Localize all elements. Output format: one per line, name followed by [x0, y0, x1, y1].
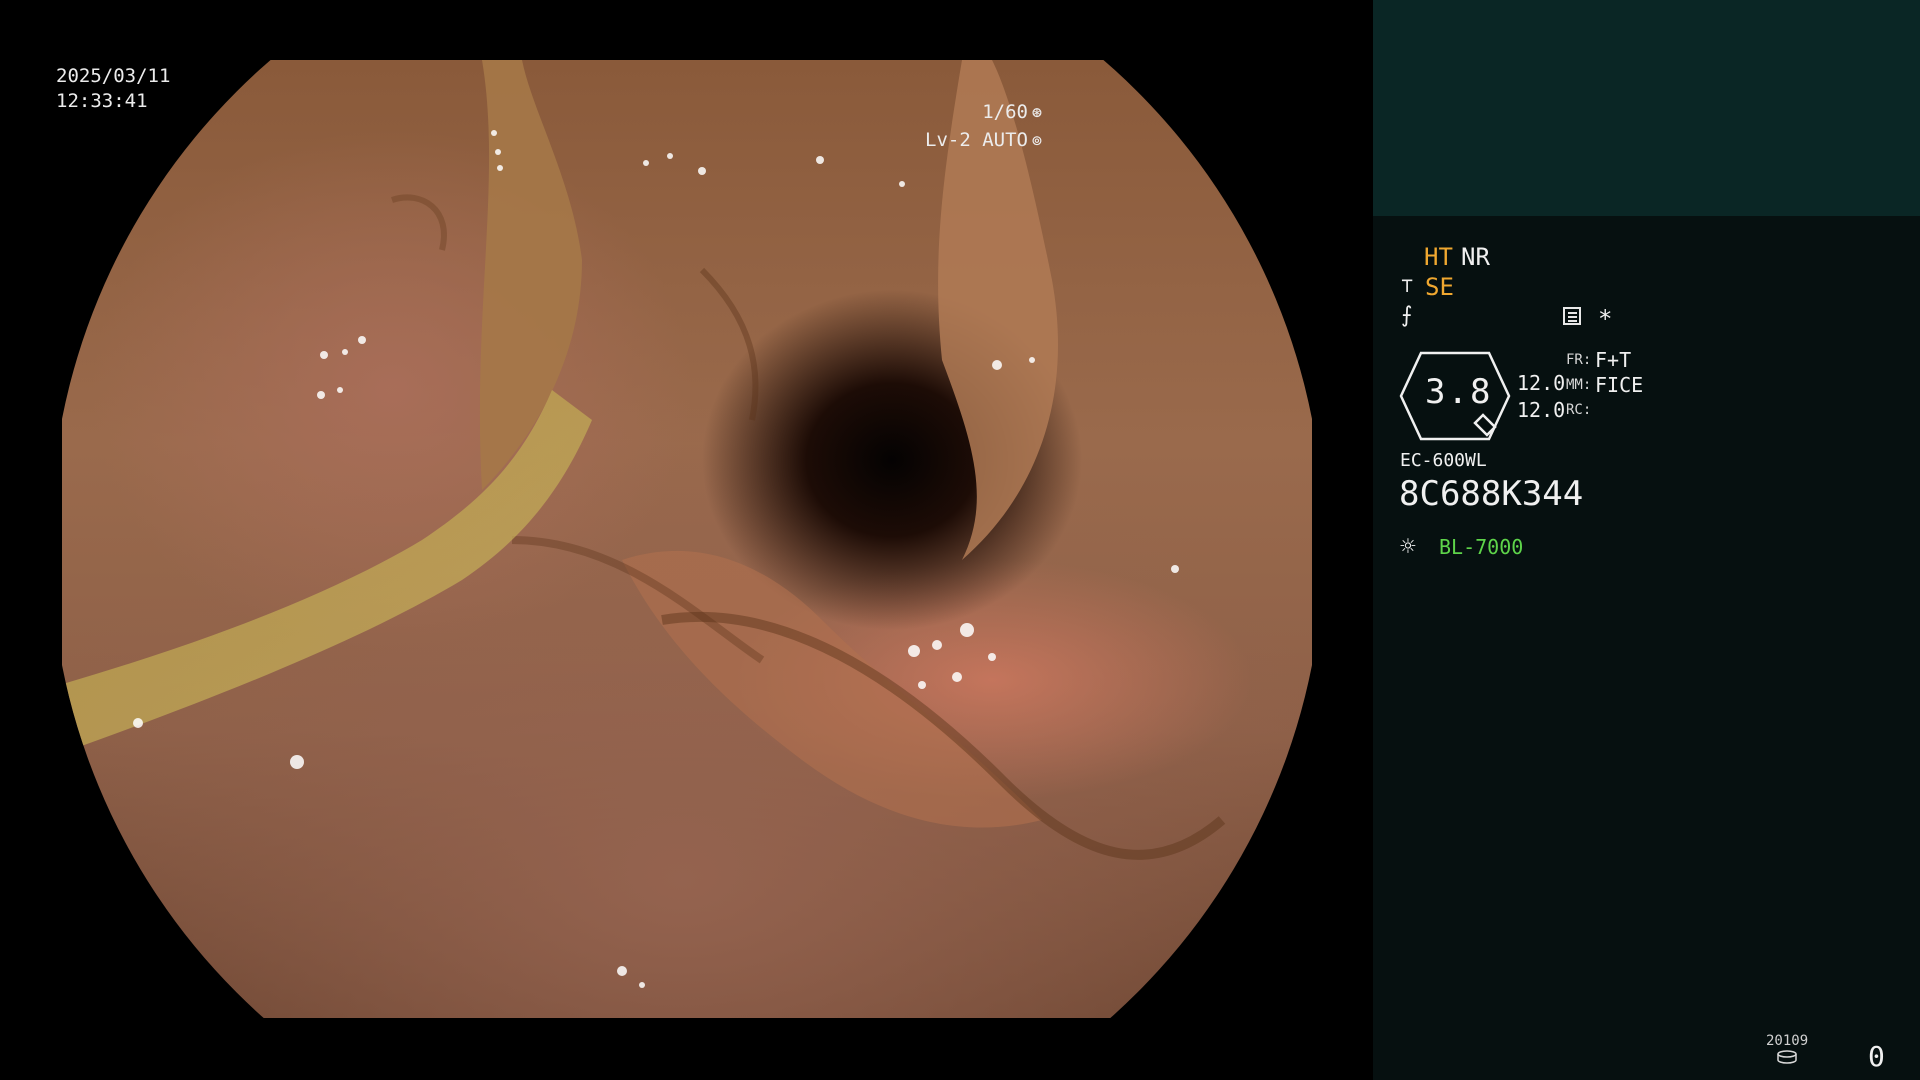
se-indicator: SE	[1425, 273, 1454, 301]
star-indicator: *	[1598, 305, 1613, 333]
aperture-icon: ⊛	[1031, 103, 1043, 123]
ht-indicator: HT	[1424, 243, 1453, 271]
scope-serial: 8C688K344	[1399, 474, 1584, 514]
mm-label: MM:	[1566, 377, 1592, 393]
slash-icon: ⨍	[1401, 303, 1413, 328]
sun-icon: ☼	[1400, 532, 1416, 562]
rc-label: RC:	[1566, 402, 1592, 418]
iris-icon: ⊚	[1031, 131, 1043, 151]
info-panel-header-area	[1373, 0, 1920, 216]
fr-label: FR:	[1566, 352, 1592, 368]
exam-time: 12:33:41	[56, 90, 148, 112]
enhance-icon: ⊤	[1401, 273, 1414, 297]
mm-value: FICE	[1595, 373, 1644, 397]
light-source: BL-7000	[1439, 535, 1524, 559]
fr-value: F+T	[1595, 348, 1632, 372]
endoscope-video-area: 2025/03/11 12:33:41 1/60 ⊛ Lv-2 AUTO ⊚	[0, 0, 1373, 1080]
zoom-param-b: 12.0	[1517, 398, 1566, 422]
exam-date: 2025/03/11	[56, 65, 171, 87]
scope-model: EC-600WL	[1400, 450, 1487, 471]
mucosa-folds	[62, 60, 1226, 988]
counter-value: 0	[1868, 1040, 1885, 1073]
shutter-speed: 1/60	[982, 101, 1028, 123]
shutter-readout: 1/60 ⊛	[982, 100, 1046, 125]
counter-label: 20109	[1766, 1033, 1809, 1049]
exposure-level: Lv-2 AUTO	[925, 129, 1028, 151]
exposure-readout: Lv-2 AUTO ⊚	[925, 128, 1046, 153]
disk-icon	[1777, 1050, 1797, 1064]
nr-indicator: NR	[1461, 243, 1490, 271]
info-panel: HT NR ⊤ SE ⨍ * 3.8 12.0 12.0 FR: F+T MM:…	[1373, 0, 1920, 1080]
endoscope-image	[62, 60, 1312, 1018]
zoom-param-a: 12.0	[1517, 371, 1566, 395]
menu-icon	[1563, 307, 1581, 325]
zoom-value: 3.8	[1425, 372, 1493, 412]
